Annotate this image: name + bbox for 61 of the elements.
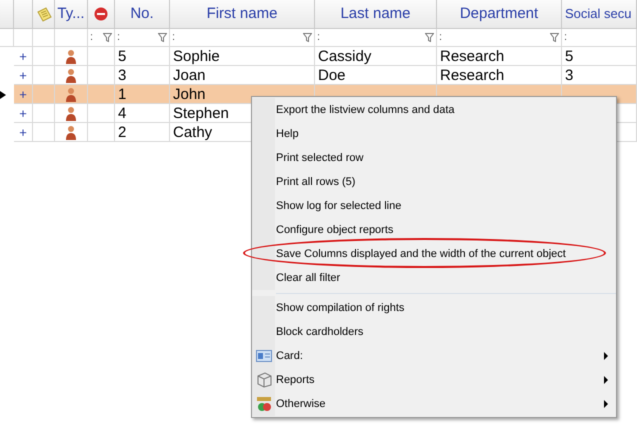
filter-field[interactable]: : bbox=[562, 29, 637, 46]
person-icon bbox=[65, 106, 77, 120]
menu-item[interactable]: Otherwise bbox=[252, 392, 616, 416]
menu-item[interactable]: Save Columns displayed and the width of the current object bbox=[252, 242, 616, 266]
table-cell: Doe bbox=[318, 68, 346, 82]
column-header[interactable]: No. bbox=[130, 2, 154, 26]
column-header[interactable]: Last name bbox=[340, 2, 411, 26]
menu-item[interactable]: Configure object reports bbox=[252, 218, 616, 242]
expand-button[interactable]: + bbox=[19, 126, 27, 138]
menu-item[interactable]: Print all rows (5) bbox=[252, 170, 616, 194]
table-cell: Cathy bbox=[173, 124, 212, 140]
menu-item[interactable]: Block cardholders bbox=[252, 320, 616, 344]
person-icon bbox=[65, 68, 77, 82]
table-cell: Stephen bbox=[173, 106, 229, 120]
person-icon bbox=[65, 124, 77, 140]
table-cell: Joan bbox=[173, 68, 206, 82]
column-header[interactable]: First name bbox=[206, 2, 278, 26]
table-cell: 3 bbox=[118, 68, 126, 82]
person-icon bbox=[65, 48, 77, 64]
palette-icon bbox=[256, 396, 272, 412]
column-header[interactable]: Social secu bbox=[565, 4, 632, 24]
column-header[interactable]: Department bbox=[460, 2, 538, 26]
table-row[interactable]: + 5 Sophie Cassidy Research 5 bbox=[14, 47, 637, 66]
submenu-arrow-icon bbox=[604, 352, 608, 360]
table-cell: 2 bbox=[118, 124, 126, 140]
table-cell: 1 bbox=[118, 86, 126, 102]
menu-item[interactable]: Show compilation of rights bbox=[252, 296, 616, 320]
table-cell: 3 bbox=[565, 68, 574, 82]
column-header[interactable]: Ty... bbox=[57, 2, 85, 26]
table-cell: John bbox=[173, 86, 206, 102]
stop-icon bbox=[94, 7, 108, 21]
expand-button[interactable]: + bbox=[19, 88, 27, 100]
table-cell: 5 bbox=[565, 48, 574, 64]
menu-item[interactable]: Show log for selected line bbox=[252, 194, 616, 218]
menu-item[interactable]: Reports bbox=[252, 368, 616, 392]
table-cell: 4 bbox=[118, 106, 126, 120]
filter-field[interactable]: : bbox=[115, 29, 170, 46]
filter-field[interactable]: : bbox=[315, 29, 437, 46]
menu-item[interactable]: Clear all filter bbox=[252, 266, 616, 290]
person-icon bbox=[65, 86, 77, 102]
table-cell: 5 bbox=[118, 48, 126, 64]
filter-field[interactable]: : bbox=[170, 29, 315, 46]
table-row[interactable]: + 3 Joan Doe Research 3 bbox=[14, 66, 637, 85]
table-cell: Sophie bbox=[173, 48, 220, 64]
note-icon bbox=[36, 6, 52, 22]
expand-button[interactable]: + bbox=[19, 68, 27, 82]
row-pointer-icon bbox=[0, 90, 6, 100]
expand-button[interactable]: + bbox=[19, 106, 27, 120]
menu-item[interactable]: Card: bbox=[252, 344, 616, 368]
submenu-arrow-icon bbox=[604, 376, 608, 384]
table-cell: Research bbox=[440, 48, 504, 64]
filter-field[interactable]: : bbox=[88, 29, 115, 46]
menu-item[interactable]: Print selected row bbox=[252, 146, 616, 170]
table-cell: Cassidy bbox=[318, 48, 372, 64]
submenu-arrow-icon bbox=[604, 400, 608, 408]
card-icon bbox=[256, 348, 272, 364]
menu-item[interactable]: Help bbox=[252, 122, 616, 146]
box-icon bbox=[256, 372, 272, 388]
expand-button[interactable]: + bbox=[19, 50, 27, 62]
filter-field[interactable]: : bbox=[437, 29, 562, 46]
table-cell: Research bbox=[440, 68, 504, 82]
